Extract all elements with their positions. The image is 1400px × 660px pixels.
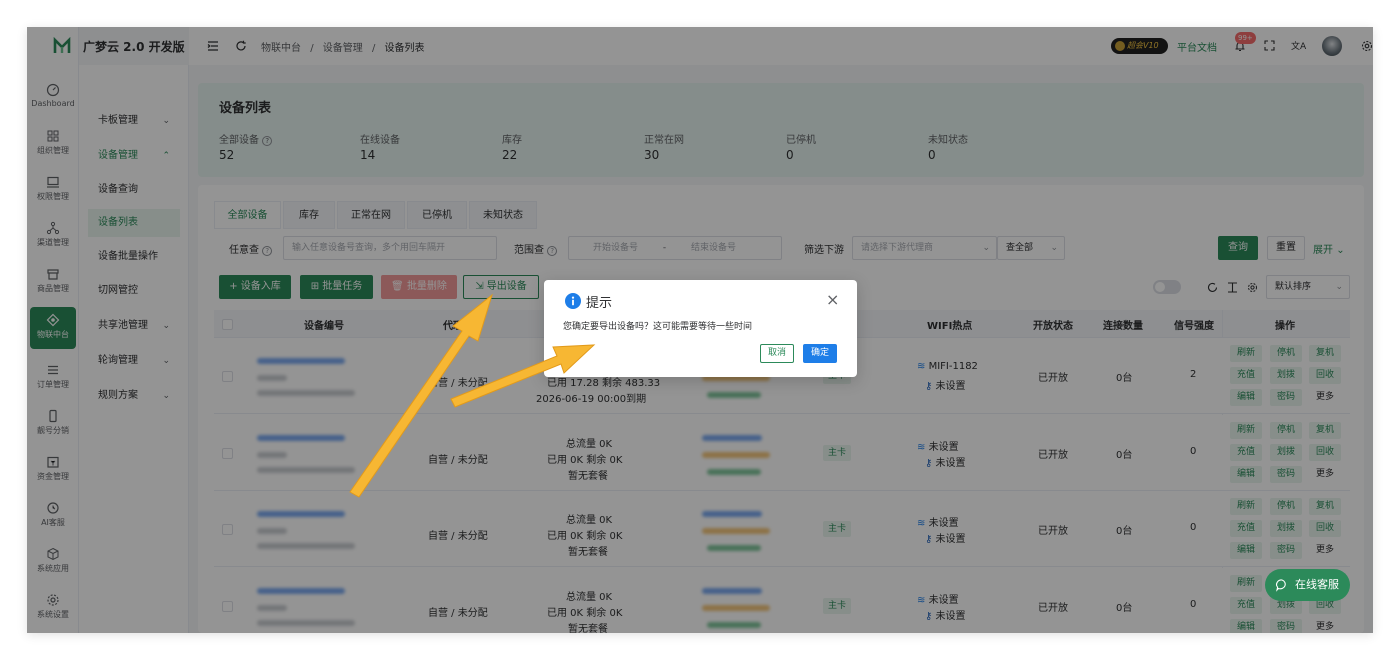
export-confirm-dialog: 提示 × 您确定要导出设备吗？这可能需要等待一些时间 取消 确定	[544, 280, 857, 377]
online-support-label: 在线客服	[1295, 578, 1339, 591]
confirm-button[interactable]: 确定	[803, 344, 837, 363]
app-window: Dashboard 组织管理 权限管理 渠道管理 商品管理 物联中台 订单管理	[27, 27, 1373, 633]
online-support-button[interactable]: 在线客服	[1265, 569, 1350, 601]
dialog-message: 您确定要导出设备吗？这可能需要等待一些时间	[563, 322, 753, 332]
cancel-button[interactable]: 取消	[760, 344, 794, 363]
info-icon	[565, 293, 581, 309]
chat-icon	[1276, 579, 1286, 592]
dialog-title: 提示	[586, 296, 613, 311]
close-icon[interactable]: ×	[826, 290, 839, 309]
